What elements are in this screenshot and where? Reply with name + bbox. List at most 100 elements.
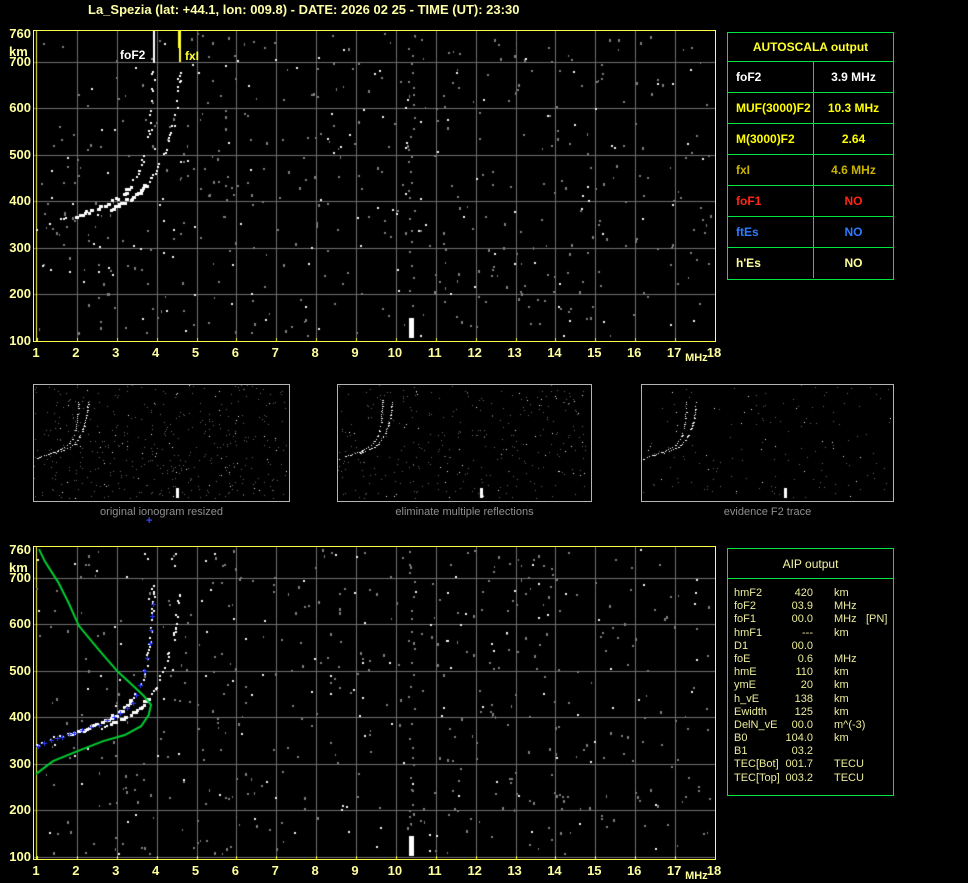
- aip-row: h_vE 138 km: [728, 693, 893, 706]
- thumbnail-eliminate-reflections: [337, 384, 592, 502]
- x-tick-label: 3: [112, 345, 120, 360]
- aip-row-label: ymE: [734, 679, 756, 692]
- fof2-trace-label: foF2: [120, 48, 146, 62]
- aip-row-label: foE: [734, 652, 751, 665]
- autoscala-row-value: 4.6 MHz: [813, 155, 893, 185]
- x-tick-label: 2: [72, 863, 80, 878]
- aip-row-extra: [PN]: [866, 613, 888, 626]
- aip-row: D1 00.0: [728, 640, 893, 653]
- autoscala-row-value: NO: [813, 186, 893, 216]
- aip-row-label: h_vE: [734, 692, 760, 705]
- x-tick-label: 10: [387, 863, 403, 878]
- aip-row: hmF1 --- km: [728, 627, 893, 640]
- y-tick-label: 400: [9, 193, 31, 209]
- aip-row-unit: km: [834, 679, 849, 692]
- y-tick-label: 300: [9, 239, 31, 255]
- autoscala-row: foF2 3.9 MHz: [728, 62, 893, 92]
- x-tick-label: 11: [427, 863, 442, 878]
- x-tick-label: 6: [231, 863, 239, 878]
- aip-row-unit: TECU: [834, 758, 864, 771]
- aip-row-label: B1: [734, 745, 748, 758]
- y-tick-label: 200: [9, 802, 31, 818]
- aip-row-value: 00.0: [791, 718, 813, 731]
- aip-table: AIP output hmF2 420 km foF2 03.9 MHz foF1 00.0 M…: [727, 548, 894, 796]
- x-tick-label: 6: [231, 345, 239, 360]
- x-tick-label: 15: [587, 345, 602, 360]
- y-tick-label: 100: [9, 848, 31, 864]
- aip-row-value: 03.9: [791, 600, 813, 613]
- x-tick-label: 16: [626, 863, 642, 878]
- autoscala-window: La_Spezia (lat: +44.1, lon: 009.8) - DAT…: [0, 0, 968, 883]
- aip-row: B0 104.0 km: [728, 732, 893, 745]
- thumbnail-caption-original: original ionogram resized: [100, 506, 223, 518]
- x-tick-label: 2: [72, 345, 80, 360]
- y-tick-label: 500: [9, 662, 31, 678]
- autoscala-row-value: NO: [813, 248, 893, 278]
- autoscala-row-label: h'Es: [736, 256, 761, 270]
- aip-row-label: hmE: [734, 666, 757, 679]
- aip-row-unit: km: [834, 692, 849, 705]
- autoscala-table: AUTOSCALA output foF2 3.9 MHz MUF(3000)F2 1…: [727, 32, 894, 280]
- aip-row-value: 001.7: [785, 758, 813, 771]
- aip-row: hmE 110 km: [728, 666, 893, 679]
- aip-row-unit: MHz: [834, 613, 857, 626]
- y-tick-label: 400: [9, 709, 31, 725]
- x-tick-label: 14: [547, 345, 562, 360]
- aip-row-unit: MHz: [834, 652, 857, 665]
- aip-row-unit: MHz: [834, 600, 857, 613]
- aip-row-unit: km: [834, 705, 849, 718]
- aip-row-value: ---: [802, 626, 813, 639]
- window-title: La_Spezia (lat: +44.1, lon: 009.8) - DAT…: [88, 2, 520, 17]
- aip-row: hmF2 420 km: [728, 587, 893, 600]
- x-tick-label: 1: [32, 863, 40, 878]
- x-tick-label: 7: [271, 345, 279, 360]
- aip-row-unit: km: [834, 587, 849, 599]
- x-tick-label: 8: [311, 345, 319, 360]
- aip-row-label: B0: [734, 732, 748, 745]
- autoscala-row-value: 10.3 MHz: [813, 93, 893, 123]
- x-tick-label: 13: [507, 863, 522, 878]
- thumbnail-eliminate-canvas: [338, 385, 589, 499]
- aip-row-value: 420: [794, 587, 813, 599]
- x-tick-label: 8: [311, 863, 319, 878]
- aip-row: DelN_vE 00.0 m^(-3): [728, 719, 893, 732]
- ionogram-bottom-canvas: [34, 547, 715, 859]
- aip-row-label: D1: [734, 639, 749, 652]
- ionogram-bottom-plot: [33, 546, 716, 860]
- thumbnail-original-ionogram: [33, 384, 290, 502]
- thumbnail-plus-marker: +: [146, 515, 153, 527]
- aip-row-value: 20: [800, 679, 813, 692]
- x-tick-label: 17: [666, 345, 682, 360]
- autoscala-row-value: 3.9 MHz: [813, 62, 893, 92]
- aip-row: foE 0.6 MHz: [728, 653, 893, 666]
- autoscala-table-header: AUTOSCALA output: [728, 33, 893, 62]
- y-tick-label: 200: [9, 286, 31, 302]
- aip-row-value: 0.6: [797, 652, 813, 665]
- thumbnail-original-canvas: [34, 385, 287, 499]
- x-tick-label: 12: [467, 863, 482, 878]
- x-tick-label: 17: [666, 863, 682, 878]
- aip-row-unit: TECU: [834, 771, 864, 784]
- aip-row: ymE 20 km: [728, 679, 893, 692]
- aip-row: Ewidth 125 km: [728, 706, 893, 719]
- aip-row-value: 00.0: [791, 639, 813, 652]
- aip-table-header: AIP output: [728, 549, 893, 579]
- x-tick-label: 4: [152, 345, 160, 360]
- aip-row-value: 104.0: [785, 732, 813, 745]
- autoscala-row: M(3000)F2 2.64: [728, 123, 893, 154]
- autoscala-row-label: M(3000)F2: [736, 132, 795, 146]
- aip-row: foF2 03.9 MHz: [728, 600, 893, 613]
- autoscala-row: MUF(3000)F2 10.3 MHz: [728, 92, 893, 123]
- autoscala-row-label: ftEs: [736, 225, 759, 239]
- thumbnail-caption-eliminate: eliminate multiple reflections: [395, 506, 534, 518]
- autoscala-row-label: fxI: [736, 163, 751, 177]
- autoscala-row-label: foF2: [736, 70, 762, 84]
- x-tick-label: 5: [191, 345, 200, 360]
- ionogram-top-canvas: [34, 31, 715, 341]
- autoscala-row-value: NO: [813, 217, 893, 247]
- autoscala-row: fxI 4.6 MHz: [728, 154, 893, 185]
- x-tick-label: 5: [191, 863, 200, 878]
- aip-row-unit: km: [834, 666, 849, 679]
- y-axis-unit-label: km: [9, 44, 28, 59]
- x-tick-label: 13: [507, 345, 522, 360]
